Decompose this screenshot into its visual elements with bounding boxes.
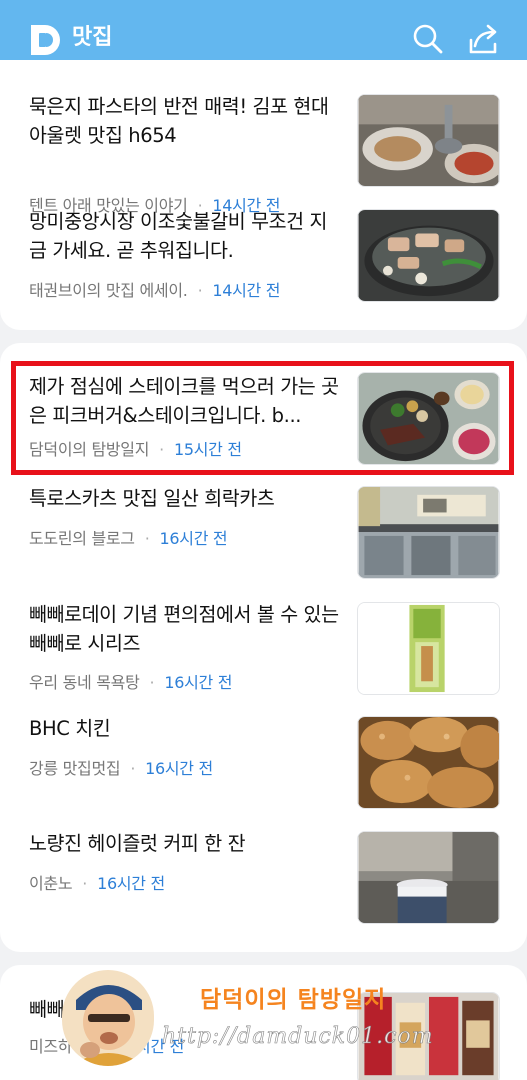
item-thumbnail[interactable] [357, 94, 500, 187]
list-item[interactable]: 노량진 헤이즐럿 커피 한 잔 이춘노 · 16시간 전 [0, 829, 527, 935]
separator-dot: · [197, 281, 203, 300]
separator-dot: · [149, 673, 155, 692]
feed-card-2: 제가 점심에 스테이크를 먹으러 가는 곳은 피크버거&스테이크입니다. b..… [0, 343, 527, 952]
item-source: 도도린의 블로그 [29, 529, 135, 548]
watermark-url: http://damduck01.com [162, 1024, 434, 1050]
item-thumbnail[interactable] [357, 716, 500, 809]
item-thumbnail[interactable] [357, 602, 500, 695]
grilled-ribs-photo-icon [358, 210, 499, 301]
watermark-avatar [62, 970, 154, 1066]
separator-dot: · [82, 874, 88, 893]
item-meta: 우리 동네 목욕탕 · 16시간 전 [29, 669, 232, 693]
fried-chicken-photo-icon [358, 717, 499, 808]
list-item[interactable]: 망미중앙시장 이조숯불갈비 무조건 지금 가세요. 곧 추워집니다. 태권브이의… [0, 207, 527, 313]
coffee-cup-photo-icon [358, 832, 499, 923]
item-time: 14시간 전 [212, 281, 281, 300]
item-source: 우리 동네 목욕탕 [29, 673, 140, 692]
item-thumbnail[interactable] [357, 209, 500, 302]
item-meta: 태권브이의 맛집 에세이. · 14시간 전 [29, 277, 280, 301]
pasta-photo-icon [358, 95, 499, 186]
list-item[interactable]: 제가 점심에 스테이크를 먹으러 가는 곳은 피크버거&스테이크입니다. b..… [0, 372, 527, 478]
list-item[interactable]: 빼빼로데이 기념 편의점에서 볼 수 있는 빼빼로 시리즈 우리 동네 목욕탕 ·… [0, 600, 527, 706]
separator-dot: · [144, 529, 150, 548]
list-item[interactable]: 묵은지 파스타의 반전 매력! 김포 현대아울렛 맛집 h654 텐트 아래 맛… [0, 92, 527, 215]
item-source: 담덕이의 탐방일지 [29, 440, 150, 459]
item-meta: 이춘노 · 16시간 전 [29, 870, 165, 894]
restaurant-storefront-photo-icon [358, 487, 499, 578]
watermark-script: 담덕이의 탐방일지 [200, 986, 387, 1013]
feed-card-1: 묵은지 파스타의 반전 매력! 김포 현대아울렛 맛집 h654 텐트 아래 맛… [0, 60, 527, 330]
item-source: 태권브이의 맛집 에세이. [29, 281, 188, 300]
item-meta: 강릉 맛집멋집 · 16시간 전 [29, 755, 213, 779]
item-meta: 도도린의 블로그 · 16시간 전 [29, 525, 228, 549]
item-title[interactable]: 노량진 헤이즐럿 커피 한 잔 [29, 829, 339, 858]
item-title[interactable]: 묵은지 파스타의 반전 매력! 김포 현대아울렛 맛집 h654 [29, 92, 339, 150]
item-thumbnail[interactable] [357, 486, 500, 579]
item-time: 15시간 전 [173, 440, 242, 459]
item-title[interactable]: 제가 점심에 스테이크를 먹으러 가는 곳은 피크버거&스테이크입니다. b..… [29, 372, 339, 430]
item-time: 16시간 전 [164, 673, 233, 692]
list-item[interactable]: 특로스카츠 맛집 일산 희락카츠 도도린의 블로그 · 16시간 전 [0, 484, 527, 590]
search-icon[interactable] [411, 22, 445, 56]
item-thumbnail[interactable] [357, 372, 500, 465]
daum-logo-icon[interactable] [28, 22, 64, 58]
cartoon-avatar-icon [62, 970, 154, 1066]
item-title[interactable]: 빼빼로데이 기념 편의점에서 볼 수 있는 빼빼로 시리즈 [29, 600, 339, 658]
steak-plate-photo-icon [358, 373, 499, 464]
item-title[interactable]: 망미중앙시장 이조숯불갈비 무조건 지금 가세요. 곧 추워집니다. [29, 207, 339, 265]
separator-dot: · [159, 440, 164, 459]
item-title[interactable]: 특로스카츠 맛집 일산 희락카츠 [29, 484, 339, 513]
pepero-box-photo-icon [358, 603, 499, 694]
item-source: 이춘노 [29, 874, 73, 893]
item-time: 16시간 전 [145, 759, 213, 778]
item-time: 16시간 전 [159, 529, 228, 548]
item-meta: 담덕이의 탐방일지 · 15시간 전 [29, 436, 242, 460]
separator-dot: · [130, 759, 136, 778]
item-time: 16시간 전 [97, 874, 165, 893]
list-item[interactable]: BHC 치킨 강릉 맛집멋집 · 16시간 전 [0, 714, 527, 820]
item-thumbnail[interactable] [357, 831, 500, 924]
app-title: 맛집 [72, 25, 113, 50]
item-source: 강릉 맛집멋집 [29, 759, 121, 778]
share-icon[interactable] [466, 22, 500, 56]
item-title[interactable]: BHC 치킨 [29, 714, 339, 743]
